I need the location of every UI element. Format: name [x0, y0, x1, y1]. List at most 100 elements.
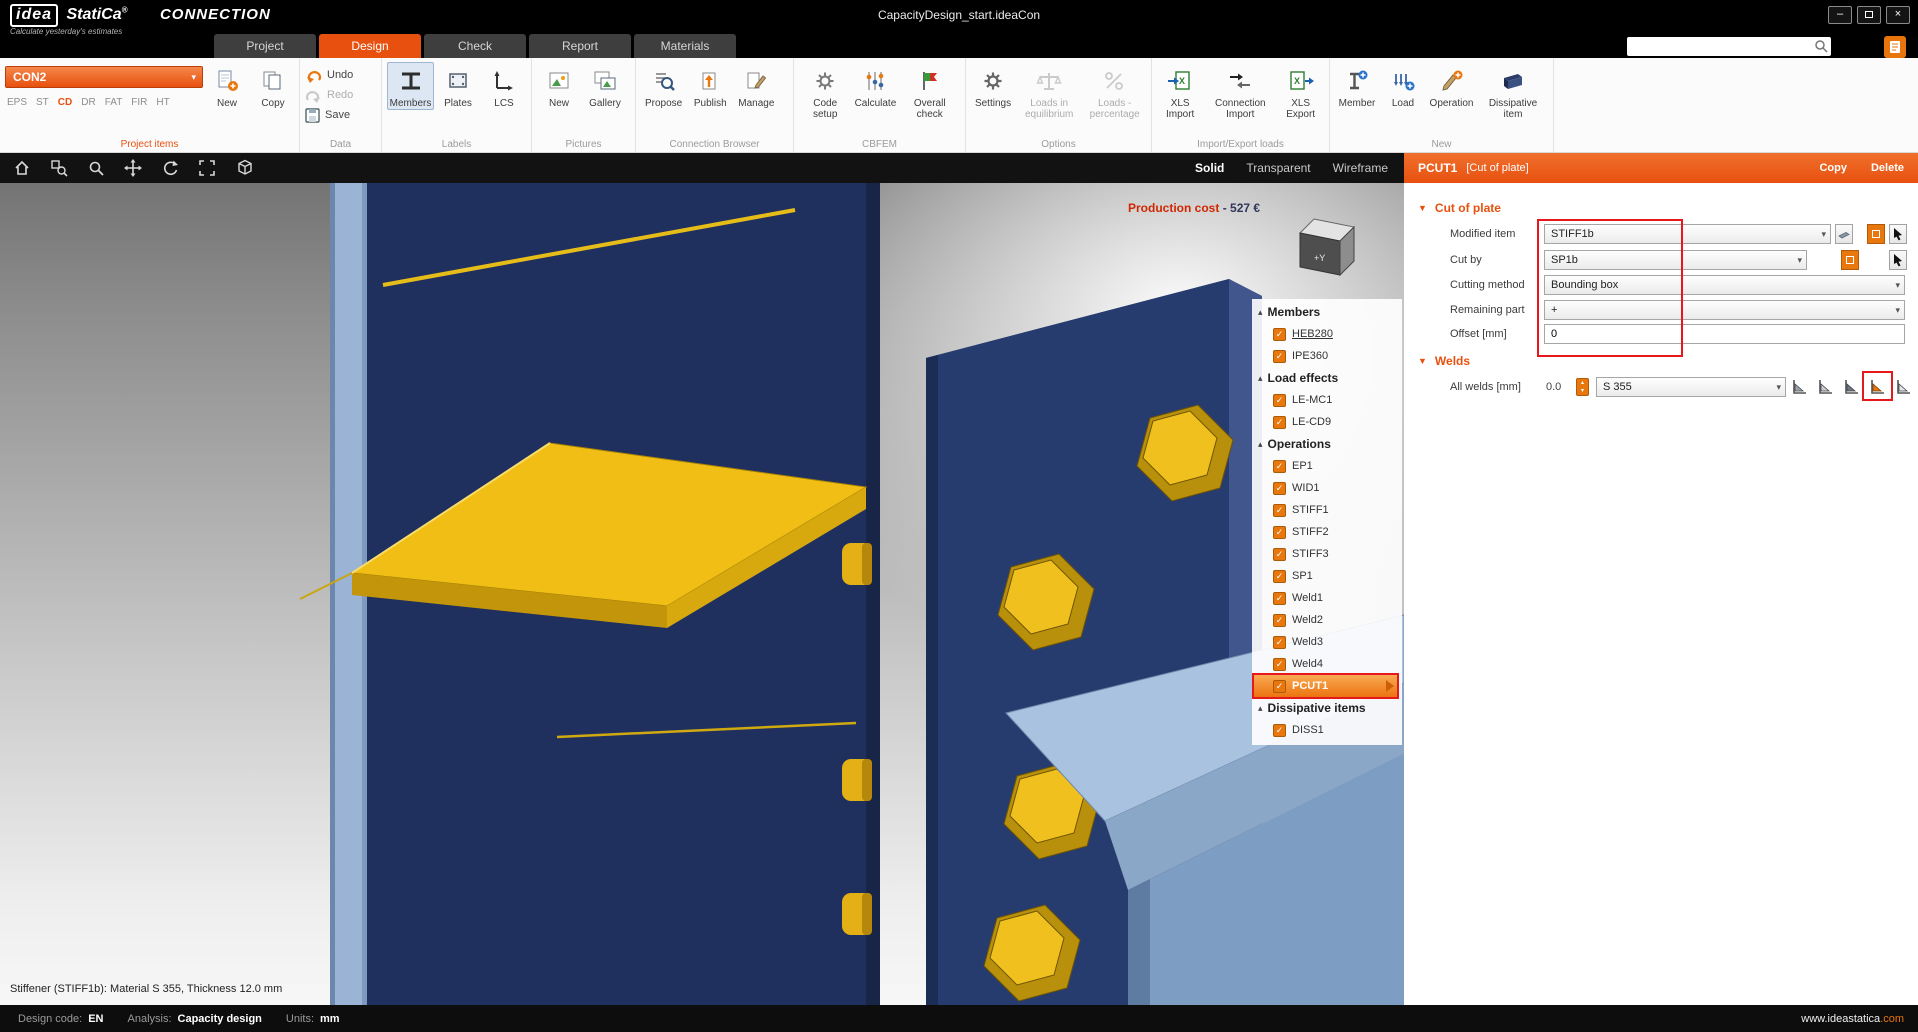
save-button[interactable]: Save [305, 107, 353, 123]
checkbox-checked-icon[interactable]: ✓ [1273, 416, 1286, 429]
weld-type-fillet-left-button[interactable] [1816, 378, 1834, 396]
checkbox-checked-icon[interactable]: ✓ [1273, 548, 1286, 561]
section-cube-icon[interactable] [235, 159, 255, 177]
labels-lcs-button[interactable]: LCS [482, 62, 526, 110]
tab-check[interactable]: Check [424, 34, 526, 58]
loads-percentage-button[interactable]: Loads - percentage [1083, 62, 1146, 121]
tab-design[interactable]: Design [319, 34, 421, 58]
connection-selector[interactable]: CON2▾ [5, 66, 203, 88]
tab-report[interactable]: Report [529, 34, 631, 58]
new-dissipative-item-button[interactable]: Dissipative item [1478, 62, 1548, 121]
tree-section-dissipative-items[interactable]: ▴Dissipative items [1252, 697, 1402, 719]
checkbox-checked-icon[interactable]: ✓ [1273, 658, 1286, 671]
weld-type-fillet-both-button[interactable] [1842, 378, 1860, 396]
undo-button[interactable]: Undo [305, 67, 353, 83]
new-member-button[interactable]: Member [1335, 62, 1379, 110]
tree-item-le-cd9[interactable]: ✓LE-CD9 [1252, 411, 1402, 433]
cutting-method-select[interactable]: Bounding box ▾ [1544, 275, 1905, 295]
checkbox-checked-icon[interactable]: ✓ [1273, 592, 1286, 605]
propose-button[interactable]: Propose [641, 62, 686, 110]
weld-type-bevel-button[interactable] [1894, 378, 1912, 396]
checkbox-checked-icon[interactable]: ✓ [1273, 504, 1286, 517]
code-cd[interactable]: CD [58, 97, 72, 108]
tree-item-sp1[interactable]: ✓SP1 [1252, 565, 1402, 587]
weld-size-stepper[interactable]: ▴▾ [1576, 378, 1589, 396]
manage-button[interactable]: Manage [734, 62, 778, 110]
weld-type-butt-button[interactable] [1790, 378, 1808, 396]
collapse-icon[interactable]: ▴ [1258, 373, 1263, 384]
rotate-view-icon[interactable] [161, 159, 179, 177]
pick-modified-item-button[interactable] [1889, 224, 1907, 244]
checkbox-checked-icon[interactable]: ✓ [1273, 570, 1286, 583]
copy-operation-button[interactable]: Copy [1819, 162, 1847, 174]
section-cut-of-plate[interactable]: ▼ Cut of plate [1418, 199, 1501, 217]
connection-import-button[interactable]: Connection Import [1205, 62, 1275, 121]
xls-export-button[interactable]: X XLS Export [1277, 62, 1324, 121]
tab-project[interactable]: Project [214, 34, 316, 58]
tree-item-weld1[interactable]: ✓Weld1 [1252, 587, 1402, 609]
tree-item-heb280[interactable]: ✓HEB280 [1252, 323, 1402, 345]
checkbox-checked-icon[interactable]: ✓ [1273, 614, 1286, 627]
home-view-icon[interactable] [13, 159, 31, 177]
tree-item-stiff1[interactable]: ✓STIFF1 [1252, 499, 1402, 521]
close-button[interactable]: × [1886, 6, 1910, 24]
website-link[interactable]: www.ideastatica.com [1801, 1013, 1918, 1025]
checkbox-checked-icon[interactable]: ✓ [1273, 350, 1286, 363]
settings-button[interactable]: Settings [971, 62, 1015, 110]
weld-type-double-fillet-button[interactable] [1868, 378, 1886, 396]
code-setup-button[interactable]: Code setup [799, 62, 851, 121]
code-eps[interactable]: EPS [7, 97, 27, 108]
calculate-button[interactable]: Calculate [853, 62, 897, 110]
publish-button[interactable]: Publish [688, 62, 732, 110]
section-collapse-icon[interactable]: ▼ [1418, 356, 1427, 366]
mode-transparent[interactable]: Transparent [1246, 161, 1310, 175]
code-fir[interactable]: FIR [131, 97, 147, 108]
checkbox-checked-icon[interactable]: ✓ [1273, 460, 1286, 473]
tab-materials[interactable]: Materials [634, 34, 736, 58]
tree-item-stiff2[interactable]: ✓STIFF2 [1252, 521, 1402, 543]
delete-operation-button[interactable]: Delete [1871, 162, 1904, 174]
code-st[interactable]: ST [36, 97, 49, 108]
picture-gallery-button[interactable]: Gallery [583, 62, 627, 110]
tree-item-diss1[interactable]: ✓DISS1 [1252, 719, 1402, 741]
labels-members-button[interactable]: Members [387, 62, 434, 110]
section-collapse-icon[interactable]: ▼ [1418, 203, 1427, 213]
tree-item-le-mc1[interactable]: ✓LE-MC1 [1252, 389, 1402, 411]
collapse-icon[interactable]: ▴ [1258, 307, 1263, 318]
tree-section-members[interactable]: ▴Members [1252, 301, 1402, 323]
tree-item-ep1[interactable]: ✓EP1 [1252, 455, 1402, 477]
search-input[interactable] [1627, 37, 1809, 56]
tree-item-weld3[interactable]: ✓Weld3 [1252, 631, 1402, 653]
mode-wireframe[interactable]: Wireframe [1333, 161, 1388, 175]
remaining-part-select[interactable]: + ▾ [1544, 300, 1905, 320]
zoom-window-icon[interactable] [50, 159, 68, 177]
labels-plates-button[interactable]: Plates [436, 62, 480, 110]
copy-project-item-button[interactable]: Copy [251, 62, 295, 110]
checkbox-checked-icon[interactable]: ✓ [1273, 526, 1286, 539]
overall-check-button[interactable]: Overall check [899, 62, 960, 121]
weld-material-select[interactable]: S 355 ▾ [1596, 377, 1786, 397]
offset-input[interactable] [1544, 324, 1905, 344]
code-fat[interactable]: FAT [105, 97, 123, 108]
quick-help-button[interactable] [1884, 36, 1906, 58]
mode-solid[interactable]: Solid [1195, 161, 1224, 175]
tree-item-stiff3[interactable]: ✓STIFF3 [1252, 543, 1402, 565]
tree-item-wid1[interactable]: ✓WID1 [1252, 477, 1402, 499]
checkbox-checked-icon[interactable]: ✓ [1273, 328, 1286, 341]
pick-cut-by-button[interactable] [1889, 250, 1907, 270]
tree-item-ipe360[interactable]: ✓IPE360 [1252, 345, 1402, 367]
checkbox-checked-icon[interactable]: ✓ [1273, 724, 1286, 737]
tree-item-weld4[interactable]: ✓Weld4 [1252, 653, 1402, 675]
picture-new-button[interactable]: New [537, 62, 581, 110]
zoom-fit-icon[interactable] [198, 159, 216, 177]
plate-filter-button[interactable] [1835, 224, 1853, 244]
checkbox-checked-icon[interactable]: ✓ [1273, 482, 1286, 495]
minimize-button[interactable]: – [1828, 6, 1852, 24]
checkbox-checked-icon[interactable]: ✓ [1273, 680, 1286, 693]
redo-button[interactable]: Redo [305, 87, 353, 103]
collapse-icon[interactable]: ▴ [1258, 703, 1263, 714]
tree-item-weld2[interactable]: ✓Weld2 [1252, 609, 1402, 631]
new-operation-button[interactable]: Operation [1427, 62, 1476, 110]
section-welds[interactable]: ▼ Welds [1418, 352, 1470, 370]
tree-section-operations[interactable]: ▴Operations [1252, 433, 1402, 455]
